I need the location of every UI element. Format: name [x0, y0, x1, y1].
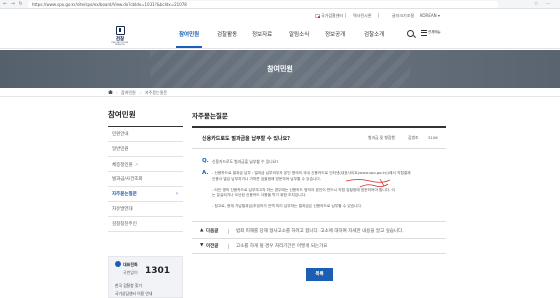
sidebar-item-certificate[interactable]: 체증정민원 ↗	[108, 157, 183, 172]
contact-label: 대표전화	[123, 262, 138, 267]
all-menu-label: 전체메뉴	[428, 30, 441, 34]
breadcrumb-separator: ›	[140, 89, 142, 95]
nav-about[interactable]: 검찰소개	[364, 30, 384, 38]
contact-box: 대표전화 국번없이 1301 한국 검찰청 찾기 국가상담센터 이용 안내	[108, 256, 183, 298]
chevron-right-icon: ›	[175, 191, 178, 197]
contact-link-find[interactable]: 한국 검찰청 찾기	[115, 283, 142, 289]
post-writer: 김병조	[408, 135, 419, 140]
contact-link-guide[interactable]: 국가상담센터 이용 안내	[115, 291, 152, 297]
answer-line: 인증서 발급 납부하거나 가까운 검찰청에 방문하여 납부할 수 있습니다.	[212, 176, 321, 181]
next-post-title[interactable]: 범죄 피해를 당해 형사고소를 하려고 합니다. 고소에 대하여 자세한 내용을…	[236, 228, 404, 234]
home-icon[interactable]	[108, 90, 113, 94]
answer-mark: A.	[202, 170, 209, 176]
answer-line: - 참고로, 현재 가납벌과금/추징의가 전액 미리 납부하는 벌과금은 신용카…	[212, 204, 363, 208]
util-national-prosecution-link[interactable]: 국가검찰센터	[315, 13, 343, 19]
util-divider	[345, 13, 346, 18]
question-mark: Q.	[202, 158, 209, 164]
post-title: 신용카드로도 벌과금을 납부할 수 있나요?	[202, 135, 291, 142]
question-text: 신용카드로도 벌과금을 납부할 수 있나요?	[212, 159, 279, 164]
nav-news[interactable]: 알림소식	[289, 30, 309, 38]
nav-activities[interactable]: 검찰활동	[217, 30, 237, 38]
page-banner: 참여민원	[0, 50, 560, 88]
chevron-down-icon: ▾	[437, 13, 440, 18]
search-icon[interactable]	[407, 30, 414, 37]
banner-title: 참여민원	[267, 65, 293, 73]
korea-flag-icon	[315, 13, 320, 18]
row-divider	[228, 229, 229, 234]
post-header: 신용카드로도 벌과금을 납부할 수 있나요? 벌과금 및 형집행 김병조 310…	[192, 128, 446, 149]
next-post-row[interactable]: ▲ 다음글 범죄 피해를 당해 형사고소를 하려고 합니다. 고소에 대하여 자…	[192, 224, 446, 239]
contact-number: 1301	[145, 266, 171, 276]
prosecution-logo[interactable]: 검찰 PROSECUTION SERVICE	[108, 26, 132, 46]
next-post-label: 다음글	[206, 229, 219, 234]
sidebar-item-general[interactable]: 일반민원	[108, 142, 183, 157]
sidebar-item-fine-lookup[interactable]: 벌과금/사건조회	[108, 172, 183, 187]
util-font-size-link[interactable]: 글자크기조절	[392, 13, 414, 19]
nav-participation[interactable]: 참여민원	[179, 30, 199, 38]
util-divider	[378, 13, 379, 18]
post-body: Q. 신용카드로도 벌과금을 납부할 수 있나요? A. - 신용카드로 벌과금…	[192, 149, 446, 222]
post-category: 벌과금 및 형집행	[368, 135, 395, 140]
prev-post-row[interactable]: ▼ 이전글 고소를 하게 될 경우 처리기간은 어떻게 되는가요	[192, 239, 446, 254]
hamburger-icon	[421, 30, 427, 36]
sidebar-title: 참여민원	[108, 110, 136, 119]
logo-subtext: PROSECUTION SERVICE	[111, 42, 129, 46]
prosecution-emblem-icon	[115, 26, 125, 35]
breadcrumb: › 참여민원 › 자주묻는질문	[0, 88, 560, 97]
chevron-up-icon: ▲	[200, 228, 204, 233]
site-header: 검찰 PROSECUTION SERVICE 참여민원 검찰활동 정보자료 알림…	[0, 23, 560, 49]
address-bar[interactable]: https://www.spo.go.kr/site/spo/ex/board/…	[28, 1, 498, 8]
sidebar-item-praise[interactable]: 검찰칭찬주인	[108, 217, 183, 232]
list-button[interactable]: 목록	[306, 268, 333, 281]
breadcrumb-item-participation[interactable]: 참여민원	[121, 90, 136, 96]
prev-post-title[interactable]: 고소를 하게 될 경우 처리기간은 어떻게 되는가요	[236, 243, 327, 249]
all-menu-button[interactable]: 전체메뉴	[421, 29, 441, 38]
browser-bar: ← → ↻ https://www.spo.go.kr/site/spo/ex/…	[0, 0, 560, 9]
active-menu-indicator	[176, 46, 202, 48]
language-select[interactable]: KOREAN ▾	[420, 13, 440, 18]
breadcrumb-separator: ›	[116, 89, 118, 95]
post-views: 3106	[428, 135, 438, 140]
breadcrumb-item-faq[interactable]: 자주묻는질문	[145, 90, 167, 96]
browser-nav-icons[interactable]: ← → ↻	[3, 1, 24, 7]
contact-sub: 국번없이	[123, 270, 138, 275]
row-divider	[228, 244, 229, 249]
red-annotation-mark	[345, 178, 391, 188]
answer-line: 는 분실되거나 도난된 신용카드 사용을 막기 위한 조치입니다.	[212, 193, 307, 197]
sidebar-menu: 민원안내 일반민원 체증정민원 ↗ 벌과금/사건조회 자주묻는질문 › 자유발언대 …	[108, 126, 183, 232]
browser-toolbar-icons[interactable]: ☆ ⋯	[534, 1, 554, 7]
nav-disclosure[interactable]: 정보공개	[325, 30, 345, 38]
page-title: 자주묻는질문	[192, 112, 228, 120]
util-history-hall-link[interactable]: 역사전시관	[353, 13, 371, 19]
sidebar-item-free-speech[interactable]: 자유발언대	[108, 202, 183, 217]
sidebar-item-faq[interactable]: 자주묻는질문 ›	[108, 187, 183, 202]
nav-information[interactable]: 정보자료	[252, 30, 272, 38]
phone-icon	[115, 261, 121, 267]
chevron-down-icon: ▼	[200, 243, 204, 248]
utility-bar: 국가검찰센터 역사전시관 글자크기조절 KOREAN ▾	[0, 9, 560, 23]
prev-post-label: 이전글	[206, 244, 219, 249]
external-link-icon: ↗	[134, 162, 139, 167]
sidebar-item-guide[interactable]: 민원안내	[108, 127, 183, 142]
